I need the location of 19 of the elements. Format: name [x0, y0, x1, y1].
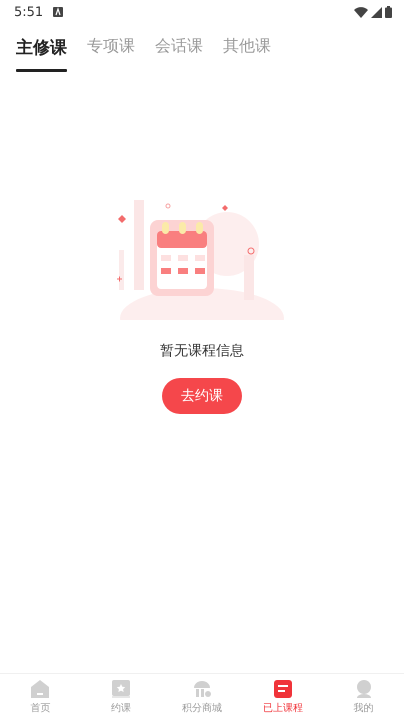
signal-icon — [371, 6, 382, 18]
book-class-button[interactable]: 去约课 — [162, 378, 242, 414]
course-tab[interactable]: 主修课 — [16, 36, 67, 82]
nav-item[interactable]: 首页 — [0, 674, 81, 720]
status-time: 5:51 — [14, 4, 44, 20]
notification-icon — [53, 7, 64, 17]
wifi-icon — [354, 6, 368, 18]
course-tab[interactable]: 专项课 — [87, 36, 135, 82]
nav-item[interactable]: 我的 — [323, 674, 404, 720]
nav-item[interactable]: 约课 — [80, 674, 162, 720]
book-icon — [272, 679, 293, 699]
home-icon — [30, 679, 50, 699]
course-tab[interactable]: 会话课 — [155, 36, 203, 82]
empty-message: 暂无课程信息 — [160, 342, 244, 360]
nav-item[interactable]: 积分商城 — [162, 674, 242, 720]
battery-icon — [385, 6, 392, 18]
course-tab[interactable]: 其他课 — [223, 36, 271, 82]
nav-item[interactable]: 已上课程 — [242, 674, 324, 720]
shop-icon — [192, 679, 212, 699]
